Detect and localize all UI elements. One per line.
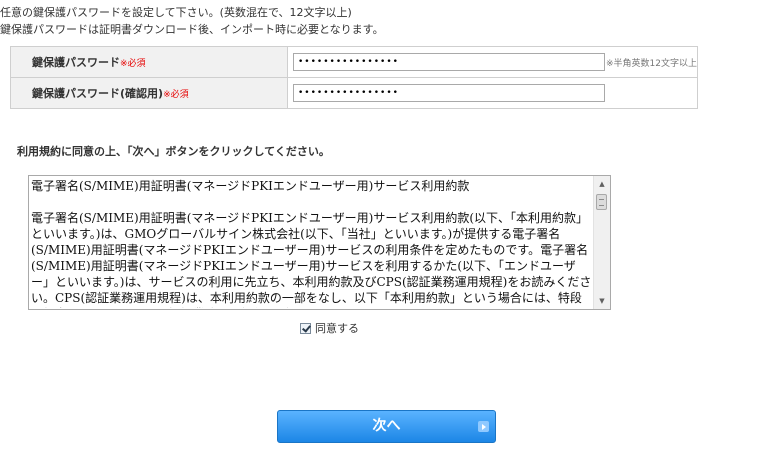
agree-checkbox[interactable] [300, 322, 311, 334]
password-label-cell: 鍵保護パスワード※必須 [10, 46, 288, 78]
password-label: 鍵保護パスワード [32, 56, 120, 69]
password-confirm-input[interactable] [293, 84, 605, 102]
password-form-table: 鍵保護パスワード※必須 ※半角英数12文字以上 鍵保護パスワード(確認用)※必須 [10, 46, 698, 109]
terms-instruction: 利用規約に同意の上、「次へ」ボタンをクリックしてください。 [17, 145, 330, 158]
terms-textarea[interactable]: 電子署名(S/MIME)用証明書(マネージドPKIエンドユーザー用)サービス利用… [28, 175, 611, 310]
agree-control: 同意する [300, 320, 359, 336]
terms-scrollbar[interactable]: ▲ ▼ [593, 176, 610, 309]
password-confirm-value-cell [287, 77, 698, 109]
password-confirm-label: 鍵保護パスワード(確認用) [32, 87, 164, 100]
next-button[interactable]: 次へ [277, 410, 496, 443]
terms-body: 電子署名(S/MIME)用証明書(マネージドPKIエンドユーザー用)サービス利用… [31, 211, 592, 308]
password-value-cell: ※半角英数12文字以上 [287, 46, 698, 78]
terms-title: 電子署名(S/MIME)用証明書(マネージドPKIエンドユーザー用)サービス利用… [31, 179, 470, 193]
scroll-down-arrow-icon[interactable]: ▼ [594, 293, 610, 309]
password-note: ※半角英数12文字以上 [606, 58, 697, 69]
scrollbar-thumb[interactable] [596, 194, 607, 210]
arrow-right-icon [478, 421, 489, 432]
intro-line-2: 鍵保護パスワードは証明書ダウンロード後、インポート時に必要となります。 [0, 23, 384, 36]
password-row: 鍵保護パスワード※必須 ※半角英数12文字以上 [10, 46, 698, 78]
intro-text: 任意の鍵保護パスワードを設定して下さい。(英数混在で、12文字以上) 鍵保護パス… [0, 4, 384, 38]
password-input[interactable] [293, 53, 605, 71]
intro-line-1: 任意の鍵保護パスワードを設定して下さい。(英数混在で、12文字以上) [0, 6, 352, 19]
password-confirm-label-cell: 鍵保護パスワード(確認用)※必須 [10, 77, 288, 109]
next-button-label: 次へ [372, 418, 401, 434]
password-confirm-row: 鍵保護パスワード(確認用)※必須 [10, 77, 698, 109]
scroll-up-arrow-icon[interactable]: ▲ [594, 176, 610, 192]
terms-content: 電子署名(S/MIME)用証明書(マネージドPKIエンドユーザー用)サービス利用… [31, 178, 593, 308]
required-mark: ※必須 [120, 59, 146, 69]
required-mark: ※必須 [163, 90, 189, 100]
agree-label[interactable]: 同意する [315, 320, 359, 336]
